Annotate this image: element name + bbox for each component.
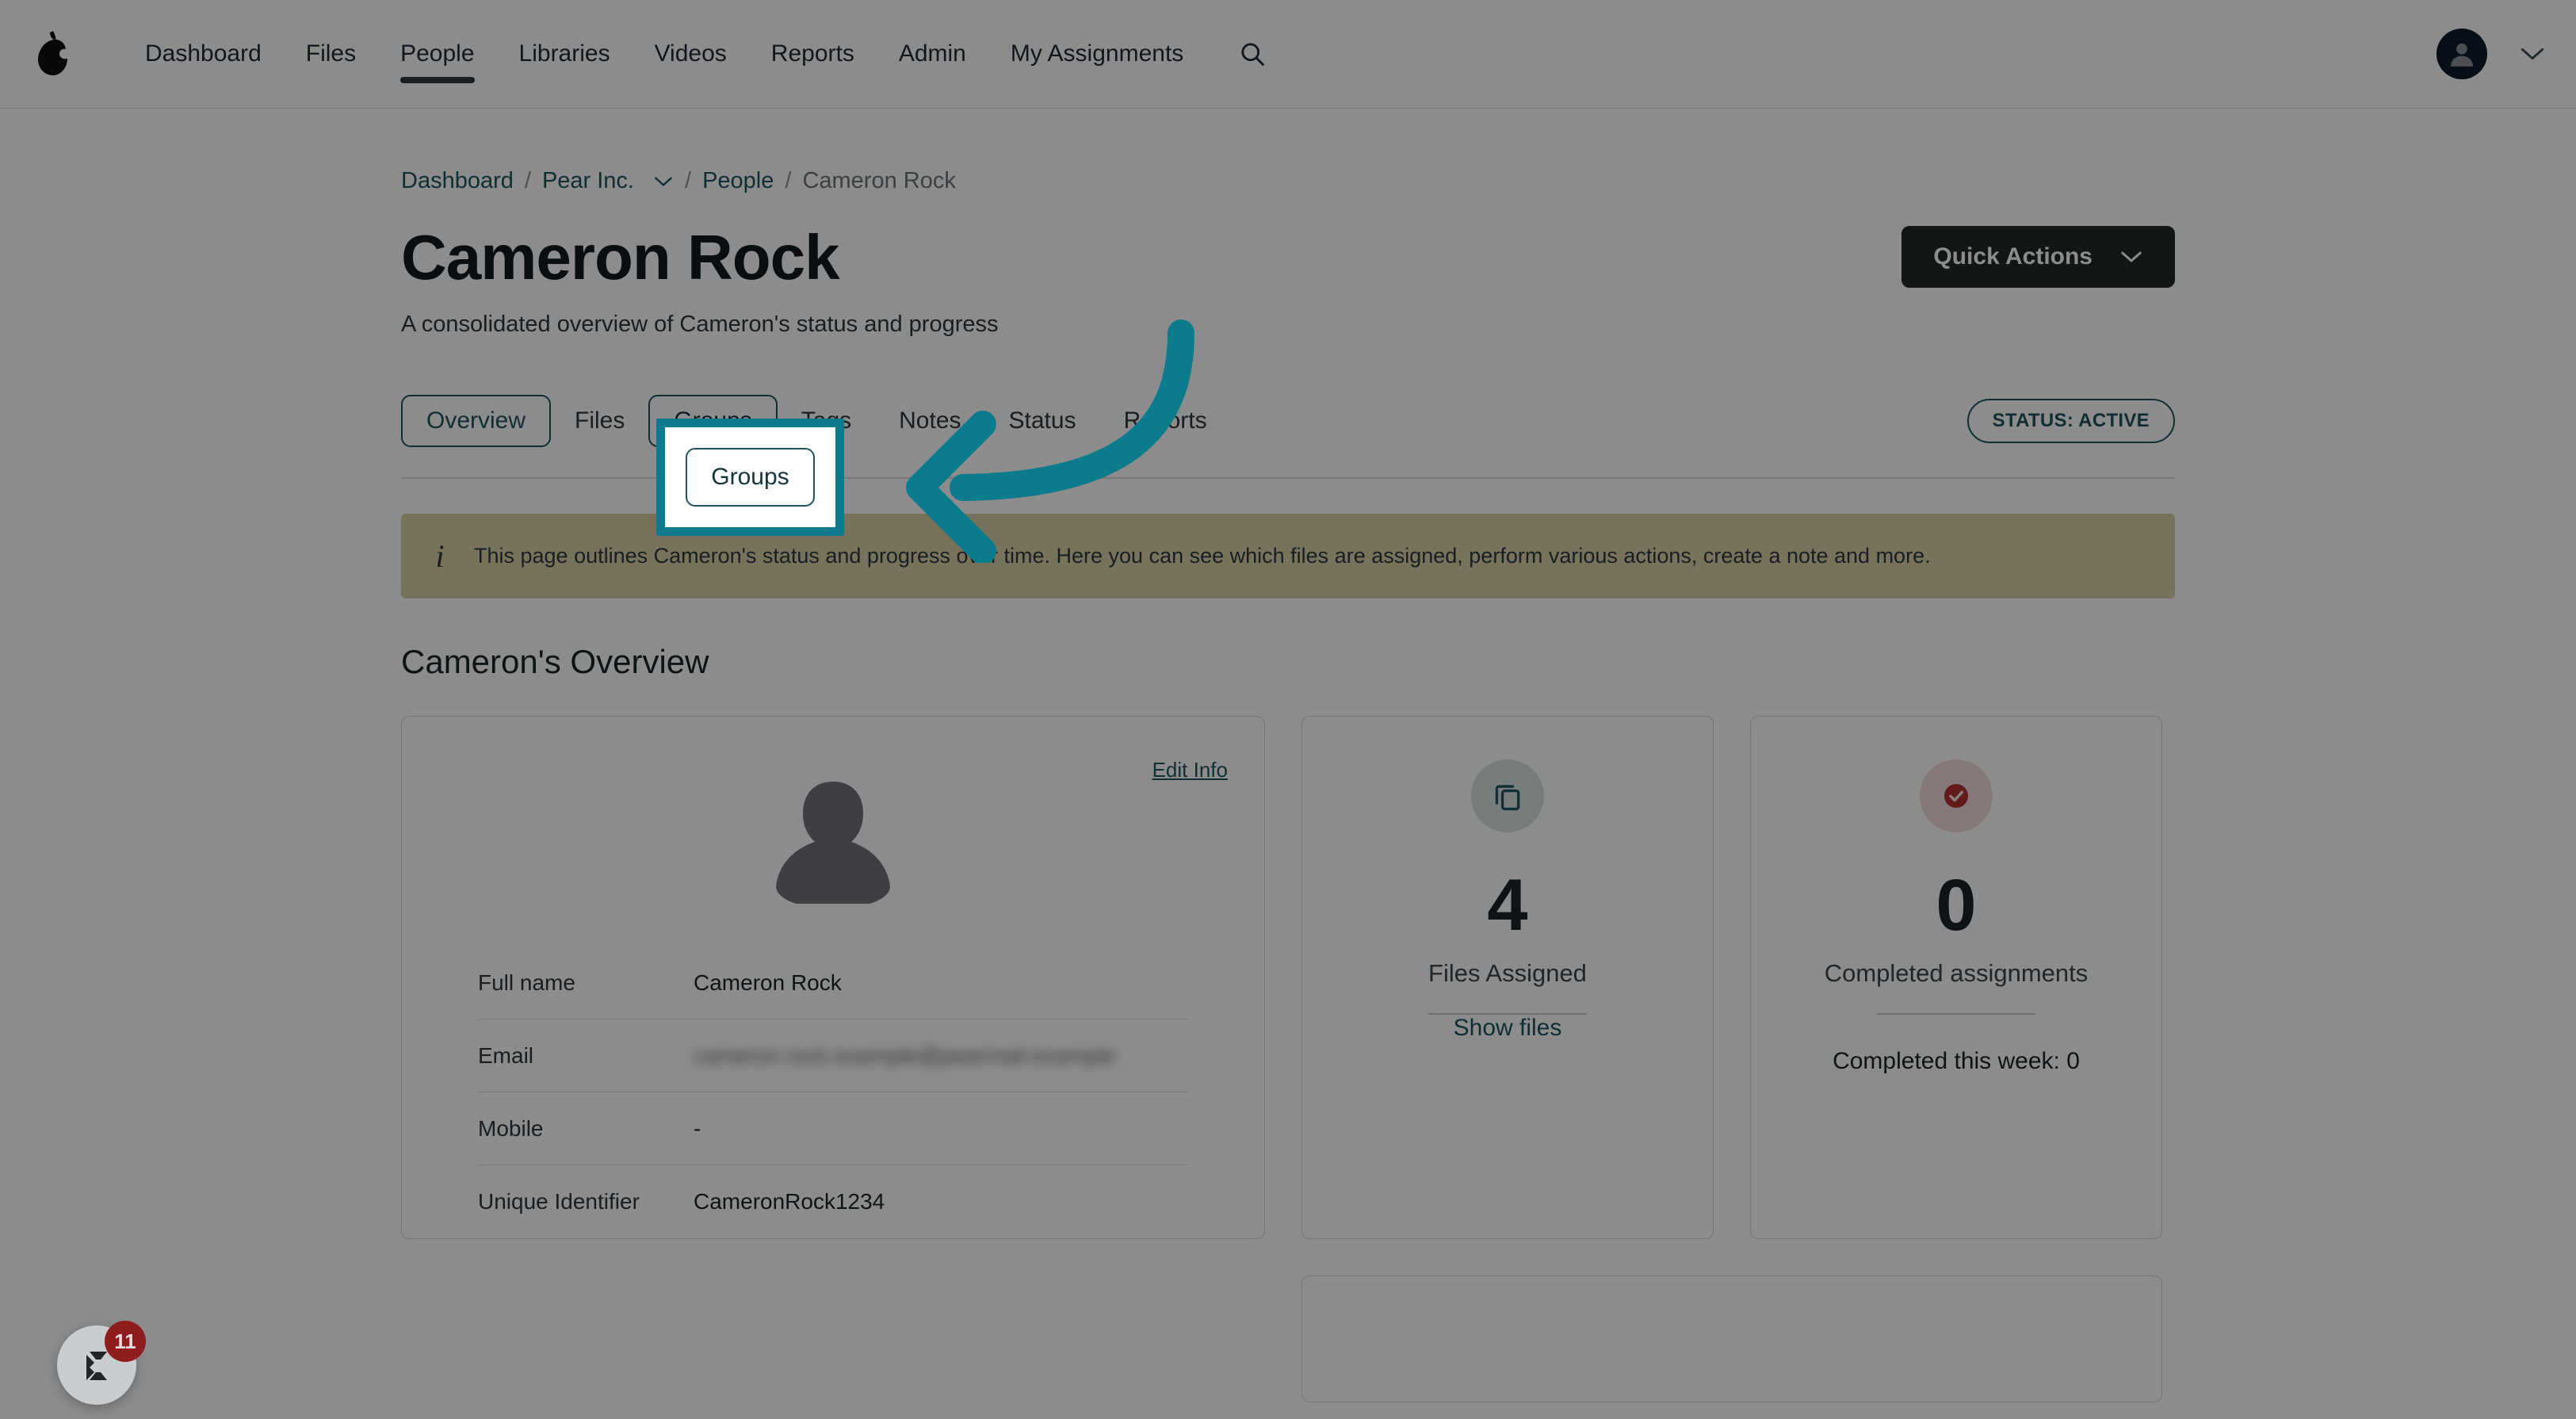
completed-this-week: Completed this week: 0 (1833, 1048, 2080, 1074)
page-header-text: Cameron Rock A consolidated overview of … (401, 226, 999, 338)
content-container: Dashboard / Pear Inc. / People / Cameron… (401, 109, 2175, 1402)
table-row: Unique Identifier CameronRock1234 (478, 1165, 1188, 1238)
detail-value: Cameron Rock (694, 970, 842, 995)
nav-link-libraries[interactable]: Libraries (497, 42, 633, 66)
chat-badge-count: 11 (105, 1321, 146, 1362)
tab-overview[interactable]: Overview (401, 395, 552, 447)
profile-details: Full name Cameron Rock Email cameron.roc… (478, 947, 1188, 1238)
table-row: Mobile - (478, 1092, 1188, 1165)
pear-logo-icon[interactable] (30, 26, 79, 82)
nav-link-reports[interactable]: Reports (749, 42, 877, 66)
detail-value: - (694, 1115, 701, 1141)
chat-support-widget[interactable]: 11 (57, 1321, 146, 1405)
info-banner-text: This page outlines Cameron's status and … (474, 544, 1931, 568)
nav-label: My Assignments (1010, 40, 1184, 67)
stat-number: 4 (1487, 865, 1528, 946)
breadcrumb-item-current: Cameron Rock (802, 168, 956, 193)
nav-link-videos[interactable]: Videos (633, 42, 749, 66)
tab-files[interactable]: Files (551, 395, 648, 447)
page-body: Dashboard / Pear Inc. / People / Cameron… (0, 109, 2576, 1402)
divider (1877, 1013, 2035, 1015)
detail-value: CameronRock1234 (694, 1189, 885, 1214)
show-files-link[interactable]: Show files (1454, 1015, 1562, 1041)
app-root: Dashboard Files People Libraries Videos … (0, 0, 2576, 1419)
stat-label: Completed assignments (1824, 959, 2089, 987)
info-icon: i (435, 538, 445, 574)
stat-card-files-assigned: 4 Files Assigned Show files (1301, 716, 1714, 1239)
tab-label: Reports (1123, 407, 1207, 434)
nav-link-people[interactable]: People (378, 40, 496, 83)
highlight-box-groups[interactable]: Groups (656, 419, 844, 536)
page-title: Cameron Rock (401, 222, 840, 293)
nav-label: People (400, 40, 475, 67)
breadcrumb-separator: / (524, 168, 531, 193)
quick-actions-label: Quick Actions (1933, 243, 2093, 270)
table-row: Email cameron.rock.example@pearmail.exam… (478, 1019, 1188, 1092)
table-row: Full name Cameron Rock (478, 947, 1188, 1019)
stat-label: Files Assigned (1428, 959, 1587, 987)
breadcrumb-separator: / (785, 168, 792, 193)
nav-link-my-assignments[interactable]: My Assignments (988, 42, 1206, 66)
chevron-down-icon[interactable] (653, 175, 674, 188)
check-circle-icon (1920, 759, 1993, 832)
breadcrumb: Dashboard / Pear Inc. / People / Cameron… (401, 109, 2175, 194)
detail-label: Unique Identifier (478, 1189, 640, 1214)
stat-number: 0 (1936, 865, 1977, 946)
search-icon[interactable] (1233, 34, 1272, 74)
bottom-cards (401, 1276, 2175, 1402)
section-title: Cameron's Overview (401, 643, 709, 680)
quick-actions-button[interactable]: Quick Actions (1901, 226, 2175, 288)
breadcrumb-separator: / (685, 168, 692, 193)
nav-link-files[interactable]: Files (284, 42, 378, 66)
detail-label: Email (478, 1042, 534, 1068)
breadcrumb-item-dashboard[interactable]: Dashboard (401, 168, 514, 194)
nav-label: Libraries (518, 40, 610, 67)
page-subtitle: A consolidated overview of Cameron's sta… (401, 312, 999, 337)
profile-card: Edit Info Full name Cameron Rock Email c… (401, 716, 1265, 1239)
highlighted-tab-label[interactable]: Groups (686, 448, 815, 507)
tab-label: Files (575, 407, 625, 434)
bottom-card (1301, 1276, 2162, 1402)
nav-links: Dashboard Files People Libraries Videos … (123, 34, 1272, 83)
stat-card-completed-assignments: 0 Completed assignments Completed this w… (1750, 716, 2162, 1239)
overview-cards: Edit Info Full name Cameron Rock Email c… (401, 716, 2175, 1239)
status-badge: STATUS: ACTIVE (1966, 399, 2175, 443)
copy-files-icon (1471, 759, 1544, 832)
tab-notes[interactable]: Notes (875, 395, 984, 447)
top-navigation-bar: Dashboard Files People Libraries Videos … (0, 0, 2576, 109)
tab-label: Notes (899, 407, 961, 434)
user-avatar-icon[interactable] (2436, 29, 2487, 79)
nav-label: Files (305, 40, 357, 67)
breadcrumb-item-people[interactable]: People (702, 168, 774, 194)
chevron-down-icon[interactable] (2519, 46, 2546, 62)
nav-link-dashboard[interactable]: Dashboard (123, 42, 284, 66)
edit-info-link[interactable]: Edit Info (1152, 758, 1228, 782)
nav-label: Reports (770, 40, 854, 67)
detail-label: Full name (478, 970, 575, 995)
tab-label: Overview (426, 407, 526, 434)
tab-status[interactable]: Status (985, 395, 1100, 447)
person-placeholder-icon (776, 782, 890, 904)
detail-value-redacted: cameron.rock.example@pearmail.example (694, 1042, 1116, 1068)
nav-link-admin[interactable]: Admin (877, 42, 988, 66)
nav-label: Admin (898, 40, 966, 67)
detail-label: Mobile (478, 1115, 544, 1141)
user-menu[interactable] (2436, 29, 2546, 79)
nav-label: Videos (654, 40, 727, 67)
page-header: Cameron Rock A consolidated overview of … (401, 226, 2175, 338)
nav-label: Dashboard (145, 40, 262, 67)
tab-reports[interactable]: Reports (1100, 395, 1231, 447)
breadcrumb-item-pear-inc[interactable]: Pear Inc. (542, 168, 634, 194)
chevron-down-icon (2121, 251, 2142, 262)
tab-label: Status (1008, 407, 1076, 434)
